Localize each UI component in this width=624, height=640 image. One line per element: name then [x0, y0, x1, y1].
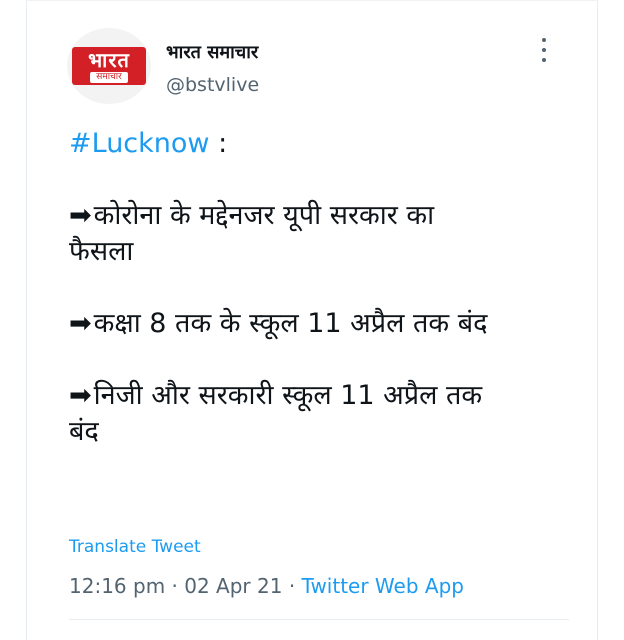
- logo-subtext: समाचार: [90, 71, 128, 83]
- tweet-line-3-cont: बंद: [69, 416, 99, 447]
- hashtag-suffix: :: [209, 128, 228, 159]
- more-dot: [542, 58, 546, 62]
- meta-separator: ·: [282, 574, 302, 598]
- more-dot: [542, 48, 546, 52]
- user-handle[interactable]: @bstvlive: [166, 74, 259, 96]
- brand-logo: भारत समाचार: [72, 47, 146, 85]
- bottom-divider: [69, 619, 569, 620]
- top-divider: [26, 0, 598, 1]
- tweet-hashtag-line: #Lucknow :: [69, 126, 569, 162]
- tweet-line-3: ➡निजी और सरकारी स्कूल 11 अप्रैल तक: [69, 378, 569, 414]
- avatar[interactable]: भारत समाचार: [67, 28, 151, 104]
- tweet-line-3-text: निजी और सरकारी स्कूल 11 अप्रैल तक: [93, 380, 483, 411]
- tweet-line-2: ➡कक्षा 8 तक के स्कूल 11 अप्रैल तक बंद: [69, 306, 569, 342]
- meta-separator: ·: [165, 574, 185, 598]
- tweet-line-1: ➡कोरोना के मद्देनजर यूपी सरकार का: [69, 198, 569, 234]
- right-arrow-icon: ➡: [69, 380, 92, 411]
- right-arrow-icon: ➡: [69, 308, 92, 339]
- more-vertical-icon[interactable]: [534, 38, 554, 62]
- tweet-meta: 12:16 pm · 02 Apr 21 · Twitter Web App: [69, 574, 464, 598]
- logo-text: भारत: [88, 47, 130, 72]
- tweet-line-1-cont: फैसला: [69, 236, 134, 267]
- tweet-line-1-text: कोरोना के मद्देनजर यूपी सरकार का: [93, 200, 435, 231]
- hashtag-link[interactable]: #Lucknow: [69, 128, 210, 159]
- tweet-date[interactable]: 02 Apr 21: [184, 574, 282, 598]
- translate-tweet-link[interactable]: Translate Tweet: [69, 537, 201, 557]
- tweet-line-2-text: कक्षा 8 तक के स्कूल 11 अप्रैल तक बंद: [93, 308, 488, 339]
- tweet-time[interactable]: 12:16 pm: [69, 574, 165, 598]
- right-arrow-icon: ➡: [69, 200, 92, 231]
- tweet-text: #Lucknow : ➡कोरोना के मद्देनजर यूपी सरका…: [69, 126, 569, 450]
- more-dot: [542, 38, 546, 42]
- source-app-link[interactable]: Twitter Web App: [302, 574, 464, 598]
- display-name[interactable]: भारत समाचार: [166, 40, 258, 64]
